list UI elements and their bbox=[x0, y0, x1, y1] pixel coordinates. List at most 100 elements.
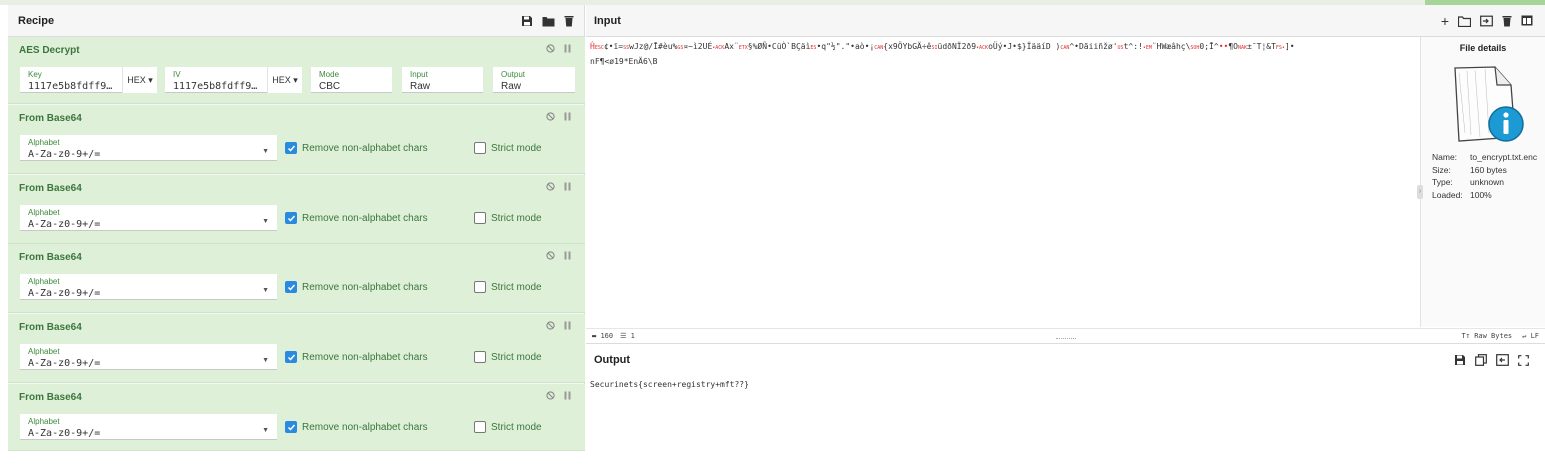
alphabet-dropdown[interactable]: Alphabet A-Za-z0-9+/= ▼ bbox=[20, 414, 277, 440]
input-status-bar: ▬ 160 ☰ 1 Tт Raw Bytes ↵ LF bbox=[586, 328, 1545, 343]
maximize-output-icon[interactable] bbox=[1518, 354, 1529, 366]
disable-operation-icon[interactable] bbox=[546, 391, 555, 400]
input-fragment: 0;Ī^ bbox=[1199, 42, 1219, 51]
input-fragment: ±¯T¦&T bbox=[1247, 42, 1276, 51]
encoding-selector[interactable]: Tт Raw Bytes bbox=[1462, 332, 1513, 340]
length-icon: ▬ bbox=[592, 332, 601, 340]
checkbox-checked-icon[interactable] bbox=[285, 421, 297, 433]
pause-breakpoint-icon[interactable] bbox=[564, 251, 571, 260]
recipe-title: Recipe bbox=[18, 14, 55, 27]
disable-operation-icon[interactable] bbox=[546, 112, 555, 121]
iv-format-dropdown[interactable]: HEX ▾ bbox=[267, 67, 302, 93]
disable-operation-icon[interactable] bbox=[546, 321, 555, 330]
key-format-dropdown[interactable]: HEX ▾ bbox=[122, 67, 157, 93]
output-format-field[interactable]: Output Raw bbox=[493, 67, 575, 93]
open-file-icon[interactable] bbox=[1480, 15, 1493, 27]
checkbox-checked-icon[interactable] bbox=[285, 212, 297, 224]
alphabet-dropdown[interactable]: Alphabet A-Za-z0-9+/= ▼ bbox=[20, 274, 277, 300]
pause-breakpoint-icon[interactable] bbox=[564, 44, 571, 53]
caret-down-icon: ▼ bbox=[262, 287, 269, 294]
clear-recipe-icon[interactable] bbox=[564, 15, 574, 27]
save-output-icon[interactable] bbox=[1454, 354, 1466, 366]
checkbox-unchecked-icon[interactable] bbox=[474, 351, 486, 363]
strict-mode-checkbox[interactable]: Strict mode bbox=[474, 421, 542, 433]
file-info-icon bbox=[1454, 66, 1524, 142]
checkbox-checked-icon[interactable] bbox=[285, 281, 297, 293]
from-base64-operation: From Base64 Alphabet A-Za-z0-9+/= ▼ Remove n… bbox=[8, 175, 585, 244]
disable-operation-icon[interactable] bbox=[546, 44, 555, 53]
disable-operation-icon[interactable] bbox=[546, 251, 555, 260]
checkbox-unchecked-icon[interactable] bbox=[474, 421, 486, 433]
alphabet-dropdown[interactable]: Alphabet A-Za-z0-9+/= ▼ bbox=[20, 344, 277, 370]
remove-non-alphabet-checkbox[interactable]: Remove non-alphabet chars bbox=[285, 281, 428, 293]
pane-resize-handle[interactable] bbox=[1056, 338, 1076, 340]
strict-mode-checkbox[interactable]: Strict mode bbox=[474, 212, 542, 224]
output-text-area[interactable]: Securinets{screen+registry+mft??} bbox=[590, 380, 749, 389]
pause-breakpoint-icon[interactable] bbox=[564, 391, 571, 400]
input-fragment: ø' bbox=[1107, 42, 1118, 51]
input-fragment: Ax¨ bbox=[724, 42, 739, 51]
disable-operation-icon[interactable] bbox=[546, 182, 555, 191]
alphabet-dropdown[interactable]: Alphabet A-Za-z0-9+/= ▼ bbox=[20, 135, 277, 161]
checkbox-unchecked-icon[interactable] bbox=[474, 281, 486, 293]
input-length: 160 bbox=[600, 332, 614, 340]
eol-selector[interactable]: ↵ LF bbox=[1522, 332, 1539, 340]
file-loaded-label: Loaded: bbox=[1432, 190, 1463, 200]
mode-label: Mode bbox=[319, 70, 340, 79]
file-size-value: 160 bytes bbox=[1470, 165, 1507, 175]
reset-layout-icon[interactable] bbox=[1521, 15, 1533, 26]
checkbox-checked-icon[interactable] bbox=[285, 142, 297, 154]
key-field[interactable]: Key 1117e5b8fdff9… bbox=[20, 67, 122, 93]
alphabet-value: A-Za-z0-9+/= bbox=[28, 288, 101, 299]
checkbox-checked-icon[interactable] bbox=[285, 351, 297, 363]
add-input-tab-icon[interactable]: + bbox=[1441, 14, 1449, 28]
encoding-value: Raw Bytes bbox=[1474, 332, 1513, 340]
lines-icon: ☰ bbox=[620, 332, 631, 340]
input-fragment: •aò•¡ bbox=[850, 42, 875, 51]
remove-non-alphabet-checkbox[interactable]: Remove non-alphabet chars bbox=[285, 212, 428, 224]
checkbox-unchecked-icon[interactable] bbox=[474, 142, 486, 154]
strict-mode-checkbox[interactable]: Strict mode bbox=[474, 281, 542, 293]
alphabet-value: A-Za-z0-9+/= bbox=[28, 149, 101, 160]
input-format-field[interactable]: Input Raw bbox=[402, 67, 483, 93]
remove-non-alphabet-checkbox[interactable]: Remove non-alphabet chars bbox=[285, 421, 428, 433]
recipe-pane: Recipe AES Decrypt Key 1117e5b8fdff9… HE… bbox=[8, 5, 585, 475]
save-recipe-icon[interactable] bbox=[521, 15, 533, 27]
load-recipe-icon[interactable] bbox=[542, 15, 555, 27]
remove-non-alphabet-checkbox[interactable]: Remove non-alphabet chars bbox=[285, 142, 428, 154]
output-title: Output bbox=[594, 354, 631, 366]
copy-output-icon[interactable] bbox=[1475, 354, 1487, 366]
mode-field[interactable]: Mode CBC bbox=[311, 67, 392, 93]
remove-non-alphabet-checkbox[interactable]: Remove non-alphabet chars bbox=[285, 351, 428, 363]
alphabet-value: A-Za-z0-9+/= bbox=[28, 358, 101, 369]
iv-field[interactable]: IV 1117e5b8fdff9… bbox=[165, 67, 267, 93]
input-fragment: ¶O bbox=[1228, 42, 1238, 51]
input-lines: 1 bbox=[630, 332, 635, 340]
input-text-area[interactable]: ĤESC¢•ï=SSwJz@/Ī#èu%GS¤~ì2UÉ•ACKAx¨ETX§%… bbox=[590, 40, 1414, 69]
input-format-label: Input bbox=[410, 70, 428, 79]
replace-input-icon[interactable] bbox=[1496, 354, 1509, 366]
clear-input-icon[interactable] bbox=[1502, 15, 1512, 27]
strict-mode-checkbox[interactable]: Strict mode bbox=[474, 351, 542, 363]
input-header: Input + bbox=[586, 5, 1545, 37]
input-fragment: t^:! bbox=[1123, 42, 1143, 51]
key-value[interactable]: 1117e5b8fdff9… bbox=[28, 81, 112, 92]
strict-mode-checkbox[interactable]: Strict mode bbox=[474, 142, 542, 154]
open-folder-icon[interactable] bbox=[1458, 15, 1471, 27]
pause-breakpoint-icon[interactable] bbox=[564, 112, 571, 121]
from-base64-title: From Base64 bbox=[19, 252, 82, 263]
strict-mode-label: Strict mode bbox=[491, 421, 542, 433]
file-details-panel: File details Name: to_encrypt.txt.enc Siz… bbox=[1417, 37, 1545, 327]
pause-breakpoint-icon[interactable] bbox=[564, 321, 571, 330]
collapse-panel-handle[interactable]: › bbox=[1417, 185, 1423, 199]
checkbox-unchecked-icon[interactable] bbox=[474, 212, 486, 224]
from-base64-operation: From Base64 Alphabet A-Za-z0-9+/= ▼ Remove n… bbox=[8, 314, 585, 383]
alphabet-dropdown[interactable]: Alphabet A-Za-z0-9+/= ▼ bbox=[20, 205, 277, 231]
input-pane: Input + ĤESC¢•ï=SSwJz@/Ī#èu%GS¤~ì2UÉ•ACK… bbox=[586, 5, 1545, 343]
iv-value[interactable]: 1117e5b8fdff9… bbox=[173, 81, 257, 92]
alphabet-value: A-Za-z0-9+/= bbox=[28, 219, 101, 230]
pause-breakpoint-icon[interactable] bbox=[564, 182, 571, 191]
from-base64-operation: From Base64 Alphabet A-Za-z0-9+/= ▼ Remove n… bbox=[8, 244, 585, 313]
remove-non-alphabet-label: Remove non-alphabet chars bbox=[302, 281, 428, 293]
file-type-label: Type: bbox=[1432, 177, 1453, 187]
